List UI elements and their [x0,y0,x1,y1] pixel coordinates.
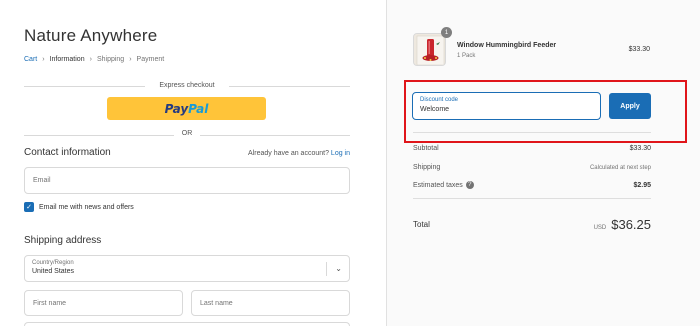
login-link[interactable]: Log in [331,150,350,157]
discount-code-field[interactable]: Discount code Welcome [412,92,601,120]
taxes-label: Estimated taxes [413,181,463,189]
breadcrumb-payment: Payment [136,56,165,63]
chevron-down-icon: ⌄ [335,264,342,273]
last-name-field[interactable]: Last name [191,290,350,316]
breadcrumb: Cart › Information › Shipping › Payment [24,56,164,63]
breadcrumb-shipping: Shipping [96,56,125,63]
currency-code: USD [593,225,607,231]
product-name: Window Hummingbird Feeder [457,42,557,49]
chevron-right-icon: › [42,56,45,63]
quantity-badge: 1 [441,27,452,38]
country-select[interactable]: Country/Region United States ⌄ [24,255,350,282]
shipping-value: Calculated at next step [589,164,651,171]
shipping-label: Shipping [413,164,441,171]
first-name-field[interactable]: First name [24,290,183,316]
product-price: $33.30 [628,46,650,53]
hummingbird-feeder-image [414,34,445,65]
taxes-value: $2.95 [633,181,651,189]
paypal-button[interactable]: Pay Pal [107,97,266,120]
breadcrumb-cart[interactable]: Cart [24,56,37,63]
paypal-logo-pay: Pay [164,101,189,116]
paypal-logo-pal: Pal [188,101,209,116]
express-checkout-header: Express checkout [24,82,350,92]
taxes-row: Estimated taxes ? $2.95 [413,181,651,189]
email-placeholder: Email [33,177,51,184]
divider [229,86,350,87]
shipping-address-title: Shipping address [24,235,102,246]
account-prompt: Already have an account? Log in [248,150,350,157]
address-field[interactable] [24,322,350,326]
divider [413,198,651,199]
product-thumbnail [413,33,446,66]
question-icon[interactable]: ? [465,181,474,189]
first-name-placeholder: First name [33,299,67,307]
subtotal-label: Subtotal [413,145,439,152]
total-amount-group: USD $36.25 [594,217,651,232]
subtotal-value: $33.30 [629,145,651,152]
newsletter-checkbox[interactable]: ✓ [24,202,34,212]
total-row: Total USD $36.25 [413,217,651,232]
country-label: Country/Region [32,260,74,266]
or-separator: OR [24,130,350,140]
account-prompt-text: Already have an account? [248,150,329,157]
email-field[interactable]: Email [24,167,350,194]
shipping-row: Shipping Calculated at next step [413,164,651,171]
discount-code-label: Discount code [420,97,459,103]
total-label: Total [413,220,430,229]
newsletter-label: Email me with news and offers [39,203,134,211]
product-variant: 1 Pack [457,53,476,59]
breadcrumb-information: Information [49,56,85,63]
checkout-main-column: Nature Anywhere Cart › Information › Shi… [0,0,386,326]
checkout-page: Nature Anywhere Cart › Information › Shi… [0,0,700,326]
order-summary-column: 1 Window Hummingbird Feeder 1 Pack $33.3… [386,0,700,326]
divider [413,132,651,133]
chevron-right-icon: › [89,56,92,63]
apply-button[interactable]: Apply [609,93,651,119]
taxes-label-group: Estimated taxes ? [413,181,474,189]
country-value: United States [32,268,75,275]
checkmark-icon: ✓ [26,203,32,211]
discount-code-value: Welcome [420,106,450,113]
store-name[interactable]: Nature Anywhere [24,26,157,46]
select-divider [326,262,327,276]
newsletter-option[interactable]: ✓ Email me with news and offers [24,202,134,212]
subtotal-row: Subtotal $33.30 [413,145,651,152]
total-amount: $36.25 [611,217,651,232]
last-name-placeholder: Last name [200,299,233,307]
chevron-right-icon: › [129,56,132,63]
contact-information-title: Contact information [24,147,111,158]
divider [200,135,350,136]
